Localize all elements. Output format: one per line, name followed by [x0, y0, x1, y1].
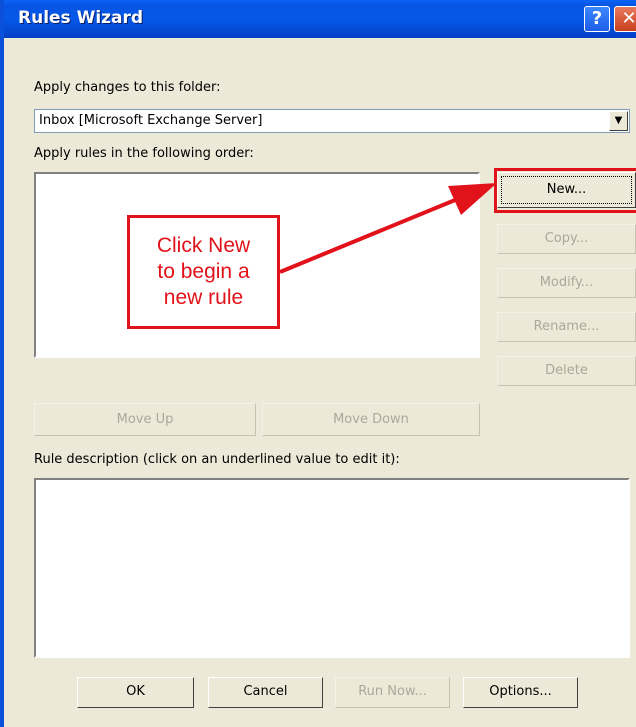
delete-rule-button[interactable]: Delete: [497, 356, 636, 386]
callout-line-3: new rule: [163, 286, 244, 309]
copy-rule-button[interactable]: Copy...: [497, 224, 636, 254]
callout-line-2: to begin a: [157, 260, 250, 283]
cancel-button[interactable]: Cancel: [208, 677, 323, 708]
move-up-button[interactable]: Move Up: [34, 403, 256, 436]
new-button-highlight: [494, 168, 636, 213]
folder-select[interactable]: Inbox [Microsoft Exchange Server] ▼: [34, 109, 630, 133]
folder-select-value: Inbox [Microsoft Exchange Server]: [39, 113, 263, 128]
folder-label: Apply changes to this folder:: [34, 80, 221, 95]
help-icon[interactable]: ?: [584, 6, 610, 32]
close-icon[interactable]: ✕: [614, 6, 636, 32]
window-title: Rules Wizard: [18, 8, 144, 28]
options-button[interactable]: Options...: [463, 677, 578, 708]
title-bar[interactable]: Rules Wizard ? ✕: [4, 0, 636, 38]
chevron-down-icon[interactable]: ▼: [609, 111, 628, 131]
rule-description-label: Rule description (click on an underlined…: [34, 452, 400, 467]
rules-order-label: Apply rules in the following order:: [34, 146, 254, 161]
rules-wizard-dialog: Rules Wizard ? ✕ Apply changes to this f…: [0, 0, 636, 727]
callout-line-1: Click New: [156, 234, 251, 257]
move-down-button[interactable]: Move Down: [262, 403, 480, 436]
rename-rule-button[interactable]: Rename...: [497, 312, 636, 342]
modify-rule-button[interactable]: Modify...: [497, 268, 636, 298]
rule-description-box[interactable]: [34, 478, 630, 658]
annotation-callout: Click New to begin a new rule: [127, 215, 280, 329]
run-now-button[interactable]: Run Now...: [335, 677, 450, 708]
ok-button[interactable]: OK: [77, 677, 194, 708]
